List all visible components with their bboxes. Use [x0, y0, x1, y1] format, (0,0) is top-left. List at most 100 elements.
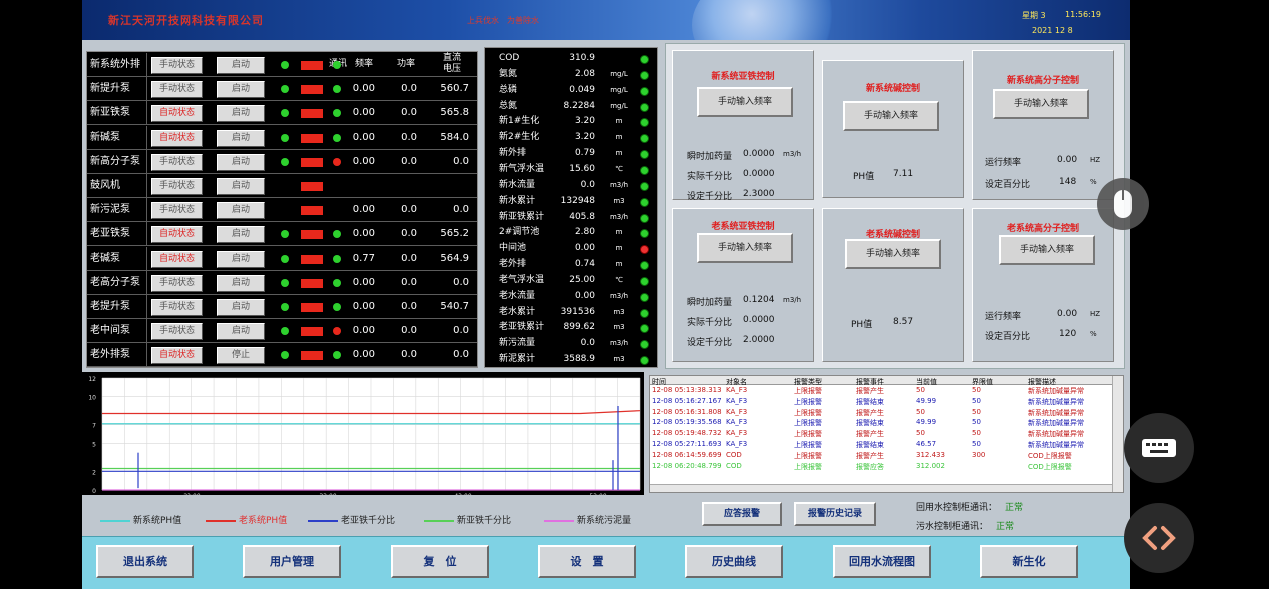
- mode-button[interactable]: 手动状态: [151, 57, 203, 74]
- start-button[interactable]: 启动: [217, 81, 265, 99]
- start-button[interactable]: 启动: [217, 250, 265, 268]
- alarm-cell: 上限报警: [794, 408, 822, 417]
- power-value: 0.0: [401, 228, 417, 240]
- alarm-row[interactable]: 12-08 05:16:31.808 KA_F3 上限报警 报警产生 50 50 新系统加碱…: [650, 408, 1112, 419]
- manual-freq-button[interactable]: 手动输入频率: [999, 235, 1095, 265]
- param-label: 中间池: [499, 243, 527, 254]
- alarm-row[interactable]: 12-08 05:16:27.167 KA_F3 上限报警 报警结束 49.99 50 新系…: [650, 397, 1112, 408]
- legend-swatch: [308, 519, 338, 522]
- mode-button[interactable]: 自动状态: [151, 250, 203, 268]
- mode-button[interactable]: 手动状态: [151, 153, 203, 171]
- start-button[interactable]: 启动: [217, 274, 265, 292]
- start-button[interactable]: 启动: [217, 226, 265, 244]
- param-value: 8.2284: [563, 100, 596, 111]
- start-button[interactable]: 启动: [217, 57, 265, 74]
- alarm-row[interactable]: 12-08 05:19:48.732 KA_F3 上限报警 报警产生 50 50 新系统加碱…: [650, 429, 1112, 440]
- alarm-cell: 新系统加碱量异常: [1028, 397, 1084, 406]
- keyboard-icon-glyph: [1142, 439, 1176, 457]
- param-value: 0.74: [574, 259, 595, 270]
- alarm-cell: KA_F3: [726, 440, 748, 448]
- start-button[interactable]: 启动: [217, 153, 265, 171]
- nav-button[interactable]: 新生化: [980, 545, 1078, 578]
- param-status-indicator: [640, 261, 649, 271]
- freq-value: 0.77: [352, 252, 375, 264]
- alarm-history-button[interactable]: 报警历史记录: [794, 502, 876, 526]
- mode-button[interactable]: 手动状态: [151, 202, 203, 220]
- mode-button[interactable]: 手动状态: [151, 299, 203, 316]
- code-toggle-icon[interactable]: [1124, 503, 1194, 573]
- manual-freq-button[interactable]: 手动输入频率: [845, 239, 941, 269]
- start-button[interactable]: 启动: [217, 129, 265, 147]
- alarm-header-row: 时间 对象名 报警类型 报警事件 当前值 界限值 报警描述: [650, 376, 1112, 386]
- nav-button[interactable]: 历史曲线: [685, 545, 783, 578]
- param-status-indicator: [640, 308, 649, 318]
- alarm-cell: KA_F3: [726, 418, 748, 427]
- fault-indicator: [301, 351, 323, 361]
- panel-new-poly: 新系统高分子控制 手动输入频率 运行频率 0.00 HZ 设定百分比 148 %: [972, 50, 1114, 200]
- mode-button[interactable]: 自动状态: [151, 105, 203, 123]
- keyboard-icon[interactable]: [1124, 413, 1194, 483]
- param-unit: m3/h: [609, 291, 629, 300]
- nav-button[interactable]: 用户管理: [243, 545, 341, 578]
- param-row: 2#调节池 2.80 m: [485, 225, 657, 241]
- nav-button[interactable]: 设 置: [538, 545, 636, 578]
- start-button[interactable]: 启动: [217, 178, 265, 195]
- fault-indicator: [301, 182, 323, 191]
- param-label: 新气浮水温: [499, 163, 545, 174]
- param-status-indicator: [640, 245, 649, 255]
- bottom-nav-bar: 退出系统 用户管理 复 位 设 置 历史曲线 回用水流程图 新生化: [82, 536, 1130, 589]
- run-indicator: [281, 351, 289, 360]
- alarm-row[interactable]: 12-08 06:20:48.799 COD 上限报警 报警应答 312.002 COD上…: [650, 462, 1112, 473]
- freq-value: 0.00: [352, 301, 375, 312]
- label: 瞬时加药量: [687, 298, 733, 308]
- manual-freq-button[interactable]: 手动输入频率: [697, 233, 793, 263]
- param-value: 310.9: [569, 53, 595, 63]
- mode-button[interactable]: 手动状态: [151, 81, 203, 99]
- alarm-cell: 50: [916, 429, 925, 438]
- mode-button[interactable]: 手动状态: [151, 178, 203, 195]
- param-status-indicator: [640, 118, 649, 128]
- start-button[interactable]: 停止: [217, 347, 265, 365]
- manual-freq-button[interactable]: 手动输入频率: [843, 101, 939, 131]
- globe-graphic: [692, 0, 842, 40]
- start-button[interactable]: 启动: [217, 202, 265, 220]
- mode-button[interactable]: 自动状态: [151, 347, 203, 365]
- start-button[interactable]: 启动: [217, 323, 265, 341]
- mode-button[interactable]: 手动状态: [151, 323, 203, 341]
- alarm-cell: 50: [972, 407, 981, 416]
- mode-button[interactable]: 自动状态: [151, 129, 203, 147]
- alarm-cell: COD: [726, 450, 742, 459]
- pump-row: 新亚铁泵 自动状态 启动 0.00 0.0 565.8: [87, 101, 477, 126]
- nav-button[interactable]: 回用水流程图: [833, 545, 931, 578]
- param-row: 老外排 0.74 m: [485, 257, 657, 273]
- param-label: 新污流量: [499, 338, 536, 349]
- alarm-cell: 上限报警: [794, 387, 822, 395]
- y-tick-label: 10: [88, 395, 96, 402]
- manual-freq-button[interactable]: 手动输入频率: [993, 89, 1089, 119]
- x-tick-label: 33:00: [319, 493, 336, 495]
- alarm-row[interactable]: 12-08 05:27:11.693 KA_F3 上限报警 报警结束 46.57 50 新系…: [650, 440, 1112, 451]
- alarm-cell: 新系统加碱量异常: [1028, 419, 1084, 428]
- alarm-row[interactable]: 12-08 06:14:59.699 COD 上限报警 报警产生 312.433 300 C…: [650, 451, 1112, 462]
- legend-swatch: [100, 519, 130, 522]
- fault-indicator: [301, 303, 323, 312]
- start-button[interactable]: 启动: [217, 105, 265, 123]
- power-value: 0.0: [401, 349, 417, 361]
- nav-button[interactable]: 复 位: [391, 545, 489, 578]
- mode-button[interactable]: 手动状态: [151, 274, 203, 292]
- mouse-icon[interactable]: [1097, 178, 1149, 230]
- alarm-vertical-scrollbar[interactable]: [1112, 376, 1123, 492]
- fault-indicator: [301, 85, 323, 95]
- alarm-table[interactable]: 时间 对象名 报警类型 报警事件 当前值 界限值 报警描述 12-08 05:13:38.3…: [649, 375, 1124, 493]
- start-button[interactable]: 启动: [217, 299, 265, 316]
- mode-button[interactable]: 自动状态: [151, 226, 203, 244]
- alarm-row[interactable]: 12-08 05:19:35.568 KA_F3 上限报警 报警结束 49.99 50 新系…: [650, 418, 1112, 429]
- x-tick-label: 23:00: [183, 493, 200, 495]
- manual-freq-button[interactable]: 手动输入频率: [697, 87, 793, 117]
- alarm-row[interactable]: 12-08 05:13:38.313 KA_F3 上限报警 报警产生 50 50 新系统加碱…: [650, 386, 1112, 397]
- ack-alarm-button[interactable]: 应答报警: [702, 502, 782, 526]
- param-status-indicator: [640, 102, 649, 112]
- nav-button[interactable]: 退出系统: [96, 545, 194, 578]
- param-label: 老气浮水温: [499, 274, 545, 285]
- alarm-horizontal-scrollbar[interactable]: [650, 484, 1112, 492]
